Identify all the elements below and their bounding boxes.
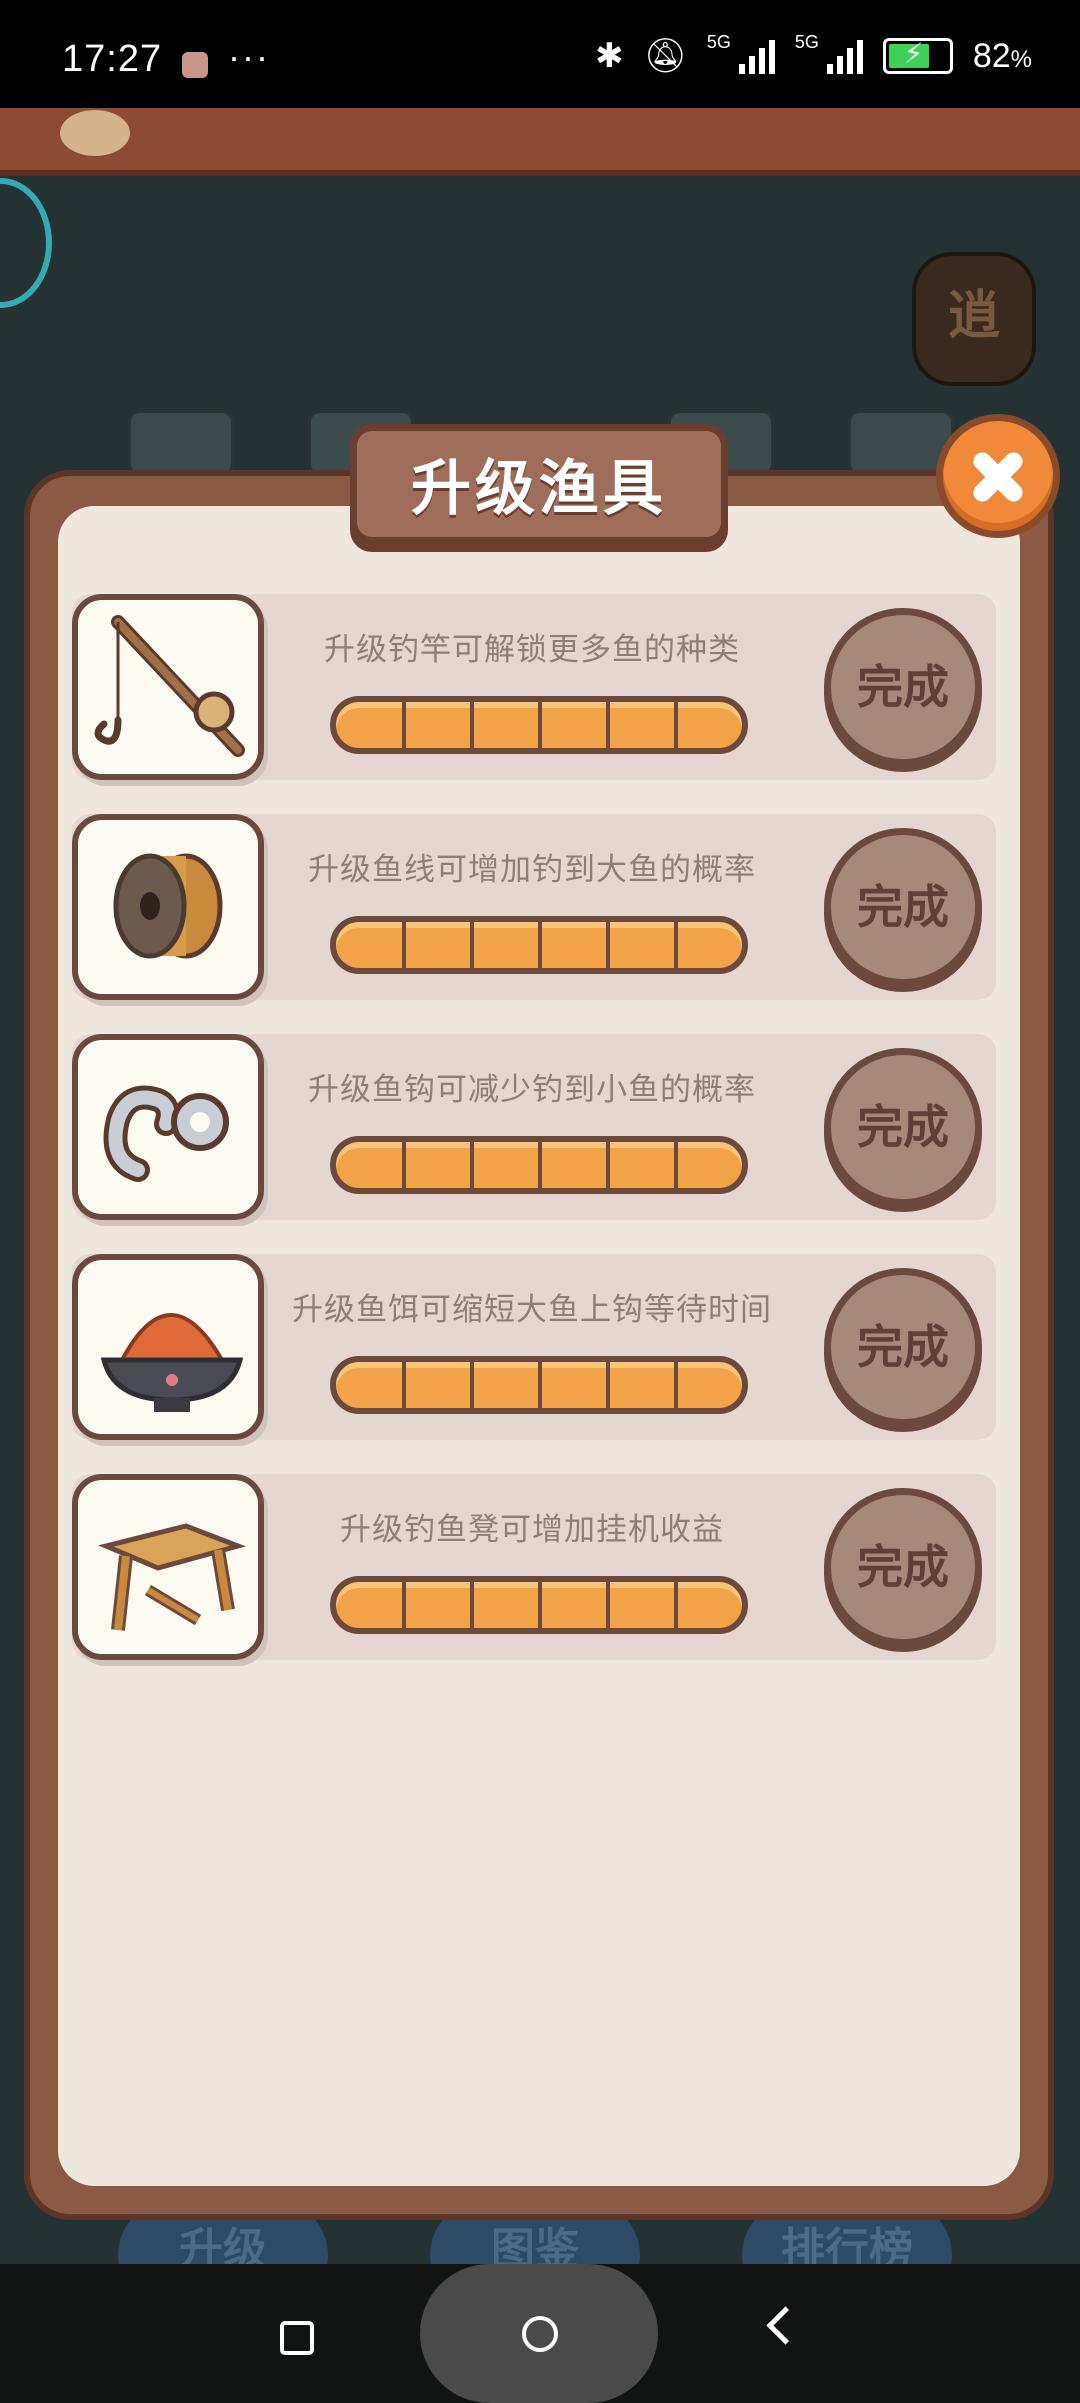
more-notifications-icon: ··· xyxy=(228,36,270,77)
fishing-line-spool-icon xyxy=(72,814,264,1000)
progress-segment-divider xyxy=(402,922,406,968)
signal-1-icon: 5G xyxy=(707,32,775,74)
back-button[interactable] xyxy=(766,2306,805,2345)
progress-segment-divider xyxy=(674,1142,678,1188)
progress-segment-divider xyxy=(674,1362,678,1408)
progress-segment-divider xyxy=(402,1582,406,1628)
upgrade-row-stool: 升级钓鱼凳可增加挂机收益 完成 xyxy=(72,1474,996,1660)
progress-segment-divider xyxy=(538,1582,542,1628)
progress-segment-divider xyxy=(402,1142,406,1188)
fishing-stool-icon xyxy=(72,1474,264,1660)
fish-hook-icon xyxy=(72,1034,264,1220)
upgrade-desc: 升级钓竿可解锁更多鱼的种类 xyxy=(324,632,740,668)
seal-badge[interactable]: 逍 xyxy=(912,252,1036,386)
progress-segment-divider xyxy=(538,1142,542,1188)
progress-segment-divider xyxy=(538,922,542,968)
status-icons: ✱ 🔕︎ 5G 5G ⚡︎ 82% xyxy=(595,32,1032,76)
fish-bait-bowl-icon xyxy=(72,1254,264,1440)
battery-icon: ⚡︎ xyxy=(882,38,953,74)
complete-button[interactable]: 完成 xyxy=(824,1268,982,1426)
recent-apps-button[interactable] xyxy=(280,2321,314,2355)
signal-2-icon: 5G xyxy=(795,32,863,74)
complete-button[interactable]: 完成 xyxy=(824,828,982,986)
notification-app-icon xyxy=(182,52,208,78)
mute-bell-icon: 🔕︎ xyxy=(643,37,687,75)
upgrade-row-line: 升级鱼线可增加钓到大鱼的概率 完成 xyxy=(72,814,996,1000)
progress-segment-divider xyxy=(606,702,610,748)
progress-segment-divider xyxy=(470,702,474,748)
progress-segment-divider xyxy=(470,1582,474,1628)
progress-segment-divider xyxy=(674,922,678,968)
progress-segment-divider xyxy=(470,1362,474,1408)
complete-button[interactable]: 完成 xyxy=(824,608,982,766)
system-nav-bar xyxy=(0,2264,1080,2403)
upgrade-desc: 升级鱼线可增加钓到大鱼的概率 xyxy=(308,852,756,888)
bluetooth-icon: ✱ xyxy=(595,37,624,75)
upgrade-desc: 升级鱼饵可缩短大鱼上钩等待时间 xyxy=(292,1292,772,1328)
side-ring-button[interactable] xyxy=(0,178,52,308)
progress-segment-divider xyxy=(606,1142,610,1188)
close-button[interactable] xyxy=(936,414,1060,538)
status-time: 17:27 xyxy=(62,38,163,80)
complete-button[interactable]: 完成 xyxy=(824,1488,982,1646)
upgrade-row-bait: 升级鱼饵可缩短大鱼上钩等待时间 完成 xyxy=(72,1254,996,1440)
complete-button[interactable]: 完成 xyxy=(824,1048,982,1206)
progress-segment-divider xyxy=(674,1582,678,1628)
fishing-rod-icon xyxy=(72,594,264,780)
progress-segment-divider xyxy=(470,922,474,968)
home-button[interactable] xyxy=(522,2316,558,2352)
dialog-title: 升级渔具 xyxy=(350,424,728,544)
progress-bar xyxy=(330,1356,748,1414)
upgrade-desc: 升级钓鱼凳可增加挂机收益 xyxy=(340,1512,724,1548)
upgrade-desc: 升级鱼钩可减少钓到小鱼的概率 xyxy=(308,1072,756,1108)
progress-bar xyxy=(330,696,748,754)
progress-bar xyxy=(330,1136,748,1194)
progress-segment-divider xyxy=(606,922,610,968)
progress-segment-divider xyxy=(402,1362,406,1408)
chick-decoration xyxy=(60,110,130,156)
battery-percent: 82% xyxy=(972,36,1032,75)
status-bar: 17:27 ··· ✱ 🔕︎ 5G 5G ⚡︎ 82% xyxy=(0,0,1080,108)
progress-segment-divider xyxy=(538,702,542,748)
progress-segment-divider xyxy=(402,702,406,748)
progress-segment-divider xyxy=(606,1362,610,1408)
progress-segment-divider xyxy=(674,702,678,748)
upgrade-row-rod: 升级钓竿可解锁更多鱼的种类 完成 xyxy=(72,594,996,780)
progress-segment-divider xyxy=(538,1362,542,1408)
progress-segment-divider xyxy=(606,1582,610,1628)
progress-bar xyxy=(330,916,748,974)
progress-bar xyxy=(330,1576,748,1634)
progress-segment-divider xyxy=(470,1142,474,1188)
upgrade-row-hook: 升级鱼钩可减少钓到小鱼的概率 完成 xyxy=(72,1034,996,1220)
top-wooden-beam xyxy=(0,108,1080,176)
